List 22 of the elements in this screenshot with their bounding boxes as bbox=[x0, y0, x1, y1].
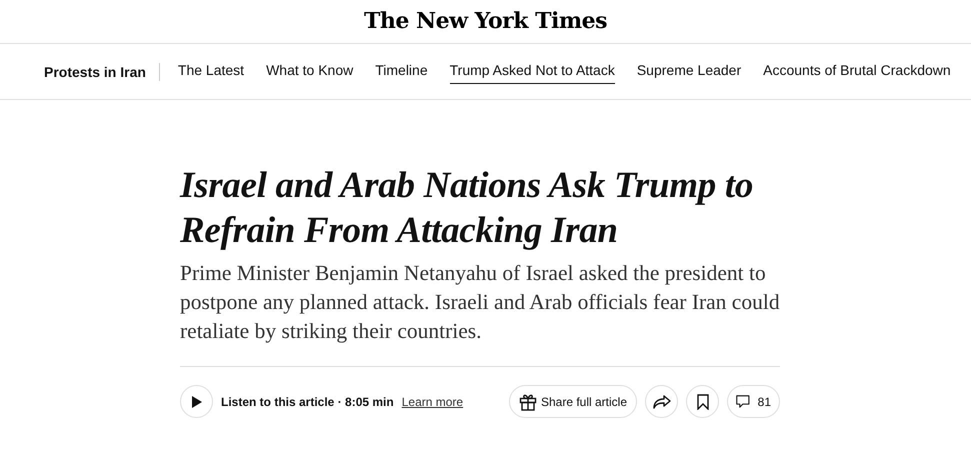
forward-button[interactable] bbox=[645, 385, 678, 418]
listen-label: Listen to this article · 8:05 min bbox=[221, 394, 394, 410]
gift-icon bbox=[518, 392, 537, 410]
headline: Israel and Arab Nations Ask Trump to Refrain From Attacking Iran bbox=[180, 164, 754, 253]
topic-nav-link[interactable]: What to Know bbox=[266, 60, 354, 84]
share-button[interactable]: Share full article bbox=[509, 385, 637, 418]
topic-nav-link[interactable]: Accounts of Brutal Crackdown bbox=[763, 60, 951, 84]
comment-icon bbox=[736, 393, 750, 410]
bookmark-button[interactable] bbox=[686, 385, 719, 418]
summary: Prime Minister Benjamin Netanyahu of Israel asked the president to postpone any planned attack. Israeli and Arab officials fear Iran could retaliate by striking their countries. bbox=[180, 260, 780, 345]
logo[interactable]: The New York Times bbox=[364, 5, 608, 38]
learn-more-link[interactable]: Learn more bbox=[402, 392, 464, 410]
comments-button[interactable]: 81 bbox=[727, 385, 780, 418]
play-icon bbox=[192, 396, 202, 408]
topic-nav-link[interactable]: Supreme Leader bbox=[636, 60, 742, 84]
topic-nav-link[interactable]: The Latest bbox=[178, 60, 244, 84]
topic-nav-link[interactable]: Trump Asked Not to Attack bbox=[450, 60, 615, 84]
topic-nav-link[interactable]: Timeline bbox=[375, 60, 428, 84]
topic-title: Protests in Iran bbox=[44, 62, 160, 80]
share-arrow-icon bbox=[652, 394, 670, 408]
bookmark-icon bbox=[696, 394, 708, 410]
play-button[interactable] bbox=[180, 385, 213, 418]
